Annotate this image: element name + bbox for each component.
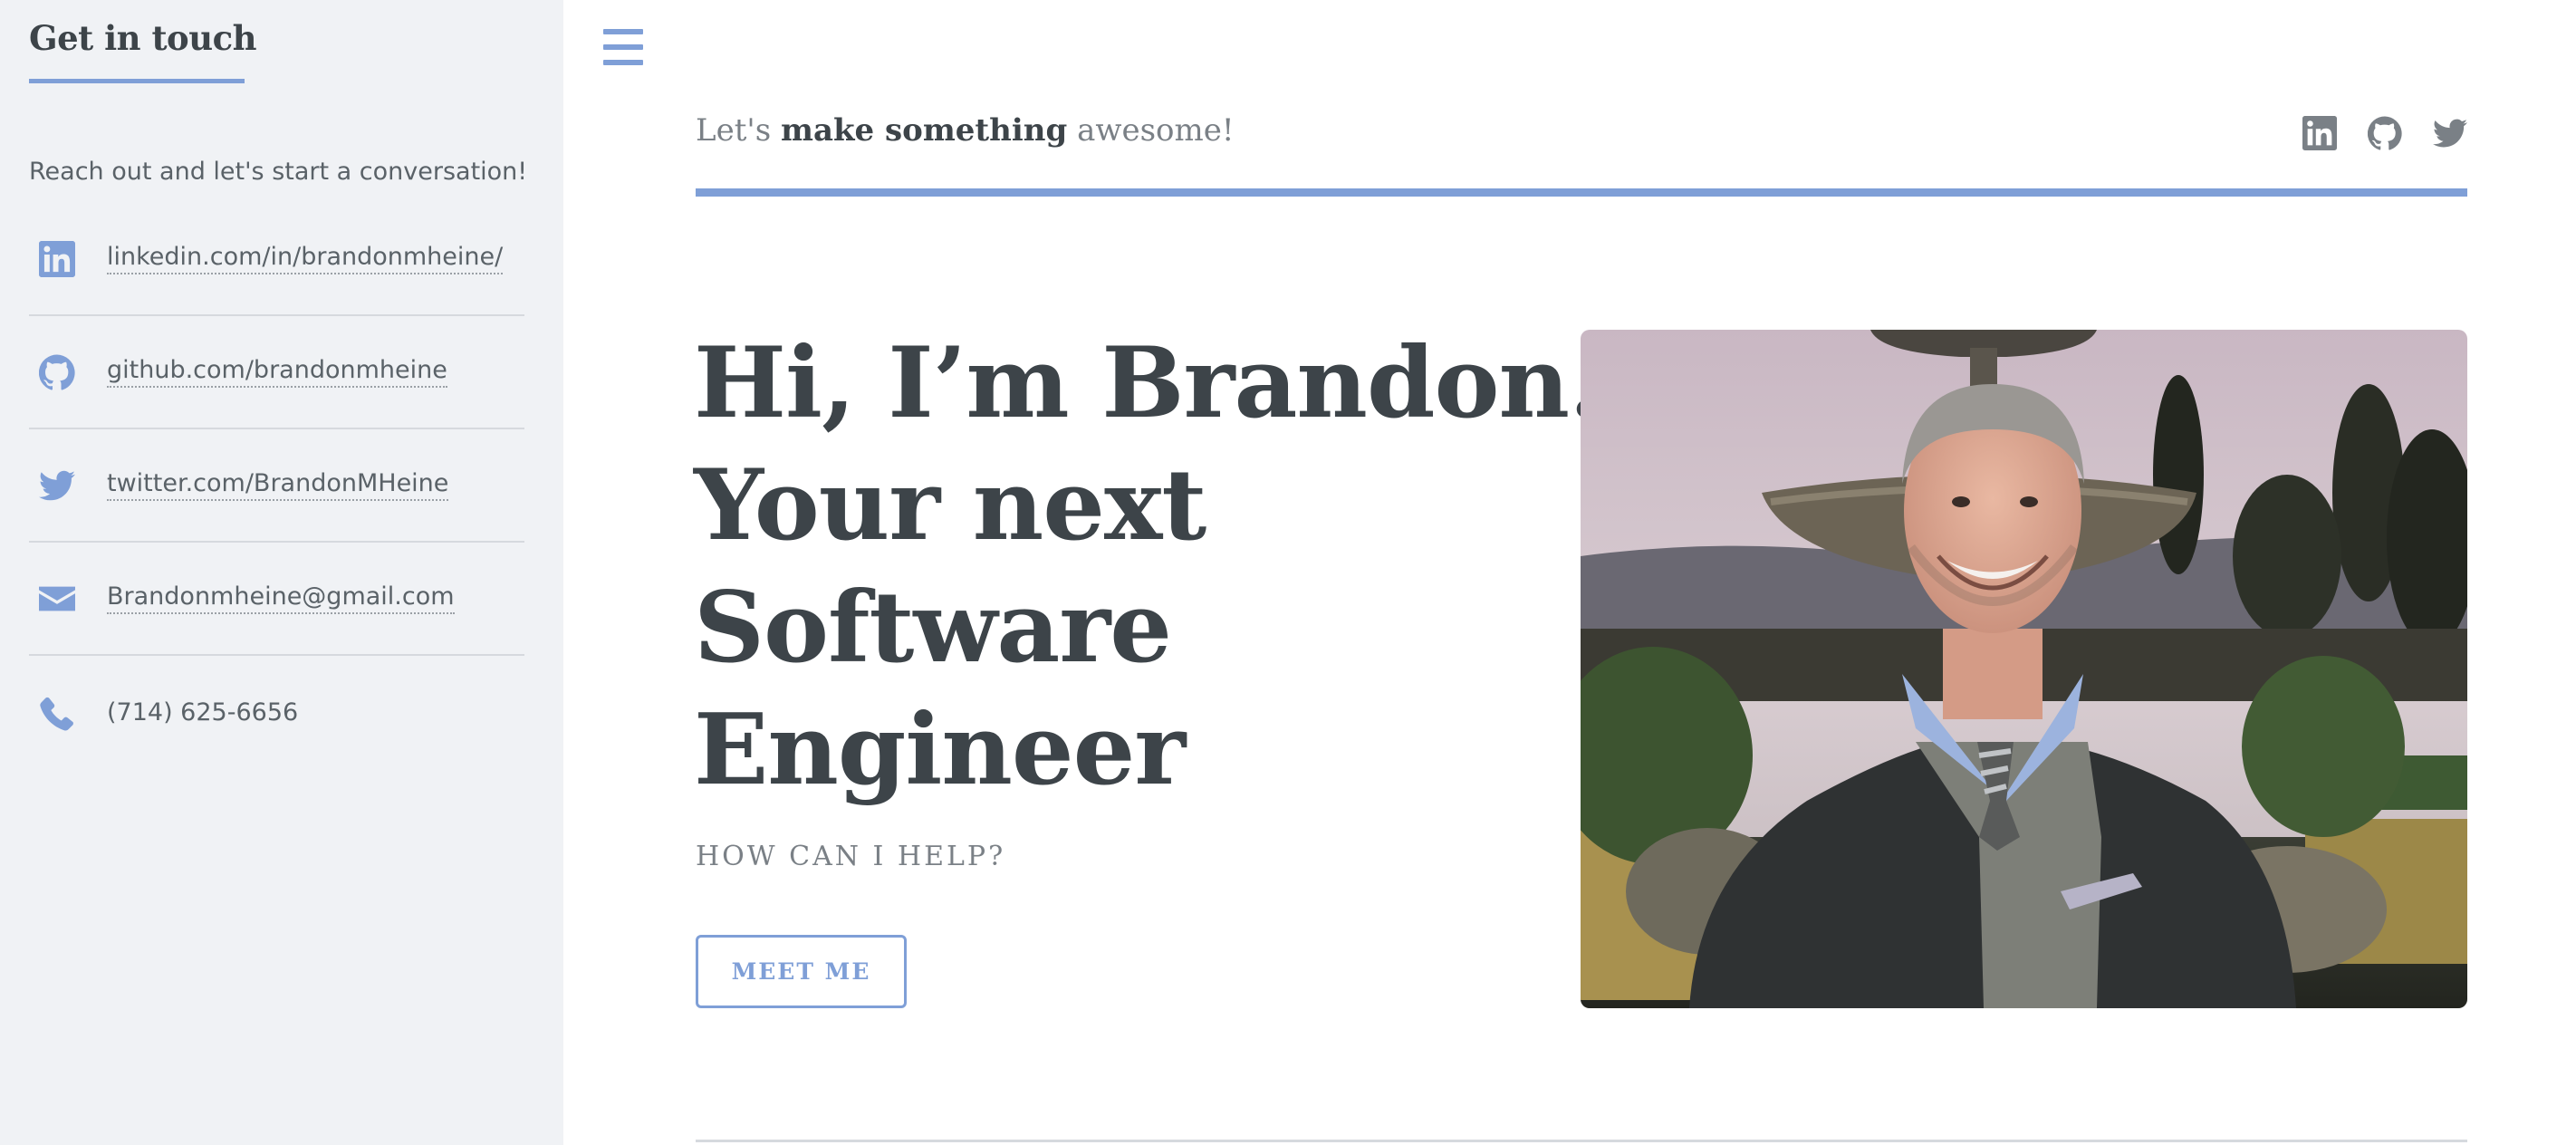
envelope-icon (36, 578, 78, 620)
hero-title-line: Engineer (694, 693, 1186, 807)
linkedin-icon (36, 238, 78, 280)
phone-icon (36, 692, 78, 734)
twitter-icon (36, 465, 78, 506)
hero-title-line: Hi, I’m Brandon. (694, 326, 1603, 440)
hamburger-menu-icon[interactable] (603, 29, 643, 65)
contact-item-phone: (714) 625-6656 (29, 656, 524, 769)
profile-photo (1581, 330, 2467, 1008)
hero-title-line: Software (694, 571, 1172, 685)
email-link[interactable]: Brandonmheine@gmail.com (107, 582, 455, 614)
hero-title-line: Your next (694, 448, 1206, 563)
github-icon[interactable] (2367, 116, 2402, 150)
twitter-icon[interactable] (2433, 116, 2467, 150)
contact-item-email: Brandonmheine@gmail.com (29, 543, 524, 656)
github-icon (36, 351, 78, 393)
twitter-link[interactable]: twitter.com/BrandonMHeine (107, 469, 449, 501)
meet-me-button[interactable]: MEET ME (696, 935, 907, 1008)
contact-item-twitter: twitter.com/BrandonMHeine (29, 429, 524, 543)
contact-list: linkedin.com/in/brandonmheine/ github.co… (29, 203, 524, 769)
section-divider (696, 1140, 2467, 1142)
tagline-pre: Let's (696, 112, 781, 149)
contact-sidebar: Get in touch Reach out and let's start a… (0, 0, 563, 1145)
contact-item-github: github.com/brandonmheine (29, 316, 524, 429)
hero-subtitle: HOW CAN I HELP? (696, 841, 1006, 872)
phone-number: (714) 625-6656 (107, 698, 299, 726)
sidebar-title: Get in touch (29, 18, 257, 58)
linkedin-link[interactable]: linkedin.com/in/brandonmheine/ (107, 243, 504, 274)
header-social-icons (2302, 116, 2467, 150)
header-divider (696, 188, 2467, 197)
header-tagline: Let's make something awesome! (696, 112, 1235, 149)
github-link[interactable]: github.com/brandonmheine (107, 356, 447, 388)
sidebar-intro: Reach out and let's start a conversation… (29, 158, 528, 186)
hero-title: Hi, I’m Brandon. Your next Software Engi… (694, 322, 1603, 812)
contact-item-linkedin: linkedin.com/in/brandonmheine/ (29, 203, 524, 316)
tagline-bold: make something (780, 112, 1068, 149)
sidebar-title-underline (29, 79, 245, 83)
linkedin-icon[interactable] (2302, 116, 2337, 150)
tagline-post: awesome! (1067, 112, 1235, 149)
